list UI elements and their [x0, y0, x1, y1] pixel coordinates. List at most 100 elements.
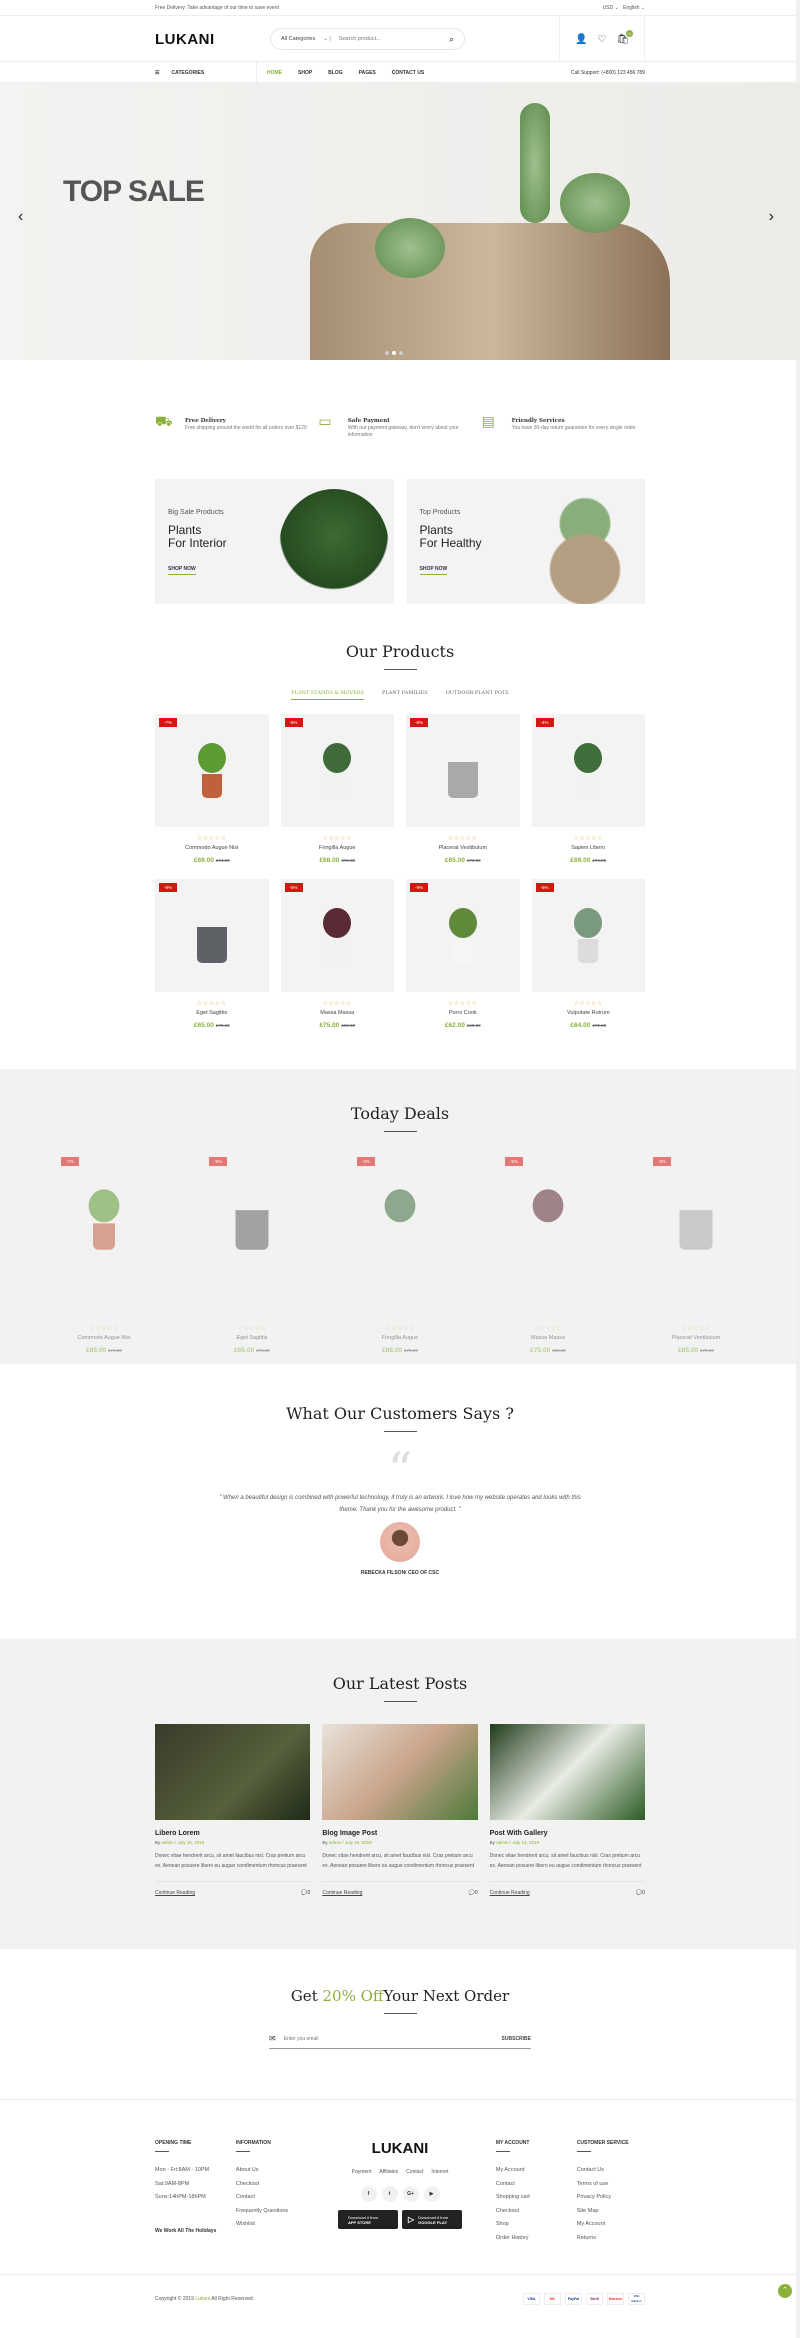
nav-shop[interactable]: SHOP — [298, 70, 312, 76]
post-meta[interactable]: admin / July 16, 2019 — [496, 1840, 539, 1845]
product-card[interactable]: -5% ☆☆☆☆☆ Massa Massa £75.00 £80.00 — [280, 879, 395, 1029]
footer-link[interactable]: My Account — [577, 2218, 645, 2232]
footer-link[interactable]: Frequently Questions — [236, 2205, 304, 2219]
product-card[interactable]: -5% ☆☆☆☆☆ Massa Massa £75.00 £80.00 — [493, 1157, 603, 1354]
logo[interactable]: LUKANI — [155, 31, 270, 48]
nav-pages[interactable]: PAGES — [359, 70, 376, 76]
footer-link[interactable]: Contact — [236, 2191, 304, 2205]
product-card[interactable]: -9% ☆☆☆☆☆ Eget Sagittis £65.00 £70.00 — [155, 879, 269, 1029]
product-image[interactable]: -9% — [197, 1157, 307, 1317]
product-image[interactable]: -5% — [280, 879, 394, 992]
product-card[interactable]: -8% ☆☆☆☆☆ Placerat Vestibulum £65.00 £70.… — [406, 714, 520, 864]
product-card[interactable]: -8% ☆☆☆☆☆ Placerat Vestibulum £65.00 £70.… — [641, 1157, 751, 1354]
product-card[interactable]: -7% ☆☆☆☆☆ Commodo Augue Nisi £69.00 £74.0… — [155, 714, 269, 864]
google-plus-icon[interactable]: G+ — [402, 2186, 419, 2202]
language-select[interactable]: English — [623, 5, 639, 11]
product-image[interactable]: -7% — [155, 714, 269, 827]
footer-link[interactable]: Returns — [577, 2232, 645, 2246]
slider-dots[interactable] — [385, 351, 403, 355]
product-name[interactable]: Eget Sagittis — [197, 1335, 307, 1341]
product-card[interactable]: -7% ☆☆☆☆☆ Commodo Augue Nisi £69.00 £74.0… — [49, 1157, 159, 1354]
footer-link[interactable]: Checkout — [236, 2178, 304, 2192]
footer-link[interactable]: Internet — [431, 2169, 448, 2175]
cart-icon[interactable]: 🛍 0 — [616, 29, 634, 45]
footer-link[interactable]: Affiliates — [379, 2169, 398, 2175]
product-card[interactable]: -6% ☆☆☆☆☆ Fringilla Augue £68.00 £76.00 — [280, 714, 395, 864]
google-play-button[interactable]: ▷ Download it from GOOGLE PLAY — [402, 2210, 462, 2229]
search-icon[interactable]: ⌕ — [449, 34, 454, 45]
footer-link[interactable]: Shop — [496, 2218, 577, 2232]
post-title[interactable]: Libero Lorem — [155, 1830, 310, 1837]
back-to-top-button[interactable]: ⌃ — [778, 2284, 792, 2298]
currency-select[interactable]: USD — [603, 5, 614, 11]
banner-healthy[interactable]: Top Products Plants For Healthy SHOP NOW — [406, 479, 645, 604]
footer-link[interactable]: Shopping cart — [496, 2191, 577, 2205]
next-slide-arrow[interactable]: › — [769, 208, 774, 226]
product-name[interactable]: Massa Massa — [281, 1010, 395, 1016]
shop-now-link[interactable]: SHOP NOW — [168, 566, 196, 575]
product-card[interactable]: -6% ☆☆☆☆☆ Fringilla Augue £68.00 £76.00 — [345, 1157, 455, 1354]
nav-contact[interactable]: CONTACT US — [392, 70, 424, 76]
product-image[interactable]: -8% — [641, 1157, 751, 1317]
product-name[interactable]: Commodo Augue Nisi — [49, 1335, 159, 1341]
footer-link[interactable]: Payment — [352, 2169, 372, 2175]
post-title[interactable]: Post With Gallery — [490, 1830, 645, 1837]
categories-button[interactable]: ☰ CATEGORIES — [155, 62, 257, 83]
footer-logo[interactable]: LUKANI — [317, 2140, 483, 2157]
app-store-button[interactable]: Download it from APP STORE — [338, 2210, 398, 2229]
facebook-icon[interactable]: f — [360, 2186, 377, 2202]
tab-plant-families[interactable]: PLANT FAMILIES — [382, 690, 428, 700]
post-image[interactable] — [489, 1724, 645, 1820]
product-card[interactable]: -4% ☆☆☆☆☆ Sapien Libero £69.00 £74.00 — [531, 714, 646, 864]
footer-link[interactable]: Contact — [406, 2169, 423, 2175]
product-name[interactable]: Vulputate Rutrum — [532, 1010, 646, 1016]
footer-link[interactable]: Contact — [496, 2178, 577, 2192]
product-card[interactable]: -6% ☆☆☆☆☆ Vulputate Rutrum £64.00 £72.00 — [531, 879, 646, 1029]
product-image[interactable]: -5% — [493, 1157, 603, 1317]
shop-now-link[interactable]: SHOP NOW — [419, 566, 448, 575]
product-name[interactable]: Fringilla Augue — [281, 845, 395, 851]
product-name[interactable]: Massa Massa — [493, 1335, 603, 1341]
product-image[interactable]: -7% — [49, 1157, 159, 1317]
product-image[interactable]: -6% — [280, 714, 394, 827]
post-image[interactable] — [322, 1724, 478, 1820]
footer-link[interactable]: Privacy Policy — [577, 2191, 645, 2205]
category-select[interactable]: All Categories — [281, 36, 315, 42]
product-image[interactable]: -9% — [406, 879, 520, 992]
continue-reading-link[interactable]: Continue Reading — [490, 1890, 530, 1896]
product-card[interactable]: -9% ☆☆☆☆☆ Eget Sagittis £65.00 £70.00 — [197, 1157, 307, 1354]
wishlist-icon[interactable]: ♡ — [597, 34, 606, 45]
product-name[interactable]: Porro Cook — [406, 1010, 520, 1016]
footer-link[interactable]: About Us — [236, 2164, 304, 2178]
nav-blog[interactable]: BLOG — [328, 70, 342, 76]
product-name[interactable]: Fringilla Augue — [345, 1335, 455, 1341]
product-name[interactable]: Commodo Augue Nisi — [155, 845, 269, 851]
footer-link[interactable]: My Account — [496, 2164, 577, 2178]
youtube-icon[interactable]: ▶ — [423, 2186, 440, 2202]
post-meta[interactable]: admin / July 16, 2019 — [162, 1840, 205, 1845]
footer-link[interactable]: Contact Us — [577, 2164, 645, 2178]
product-image[interactable]: -6% — [345, 1157, 455, 1317]
post-meta[interactable]: admin / July 16, 2019 — [329, 1840, 372, 1845]
tab-outdoor-pots[interactable]: OUTDOOR PLANT POTS — [446, 690, 509, 700]
nav-home[interactable]: HOME — [267, 70, 282, 76]
product-image[interactable]: -8% — [406, 714, 520, 827]
subscribe-button[interactable]: SUBSCRIBE — [502, 2036, 531, 2042]
tab-plant-stands[interactable]: PLANT STANDS & MOVERS — [291, 690, 364, 700]
product-image[interactable]: -4% — [531, 714, 645, 827]
footer-link[interactable]: Terms of use — [577, 2178, 645, 2192]
prev-slide-arrow[interactable]: ‹ — [18, 208, 23, 226]
product-name[interactable]: Sapien Libero — [532, 845, 646, 851]
footer-link[interactable]: Order History — [496, 2232, 577, 2246]
footer-link[interactable]: Wishlist — [236, 2218, 304, 2232]
account-icon[interactable]: 👤 — [575, 34, 587, 45]
product-name[interactable]: Eget Sagittis — [155, 1010, 269, 1016]
footer-link[interactable]: Checkout — [496, 2205, 577, 2219]
search-input[interactable]: Search product... — [339, 36, 449, 42]
product-image[interactable]: -6% — [531, 879, 645, 992]
continue-reading-link[interactable]: Continue Reading — [155, 1890, 195, 1896]
product-card[interactable]: -9% ☆☆☆☆☆ Porro Cook £62.00 £68.00 — [406, 879, 520, 1029]
email-input[interactable] — [283, 2035, 494, 2042]
footer-link[interactable]: Site Map — [577, 2205, 645, 2219]
product-name[interactable]: Placerat Vestibulum — [406, 845, 520, 851]
